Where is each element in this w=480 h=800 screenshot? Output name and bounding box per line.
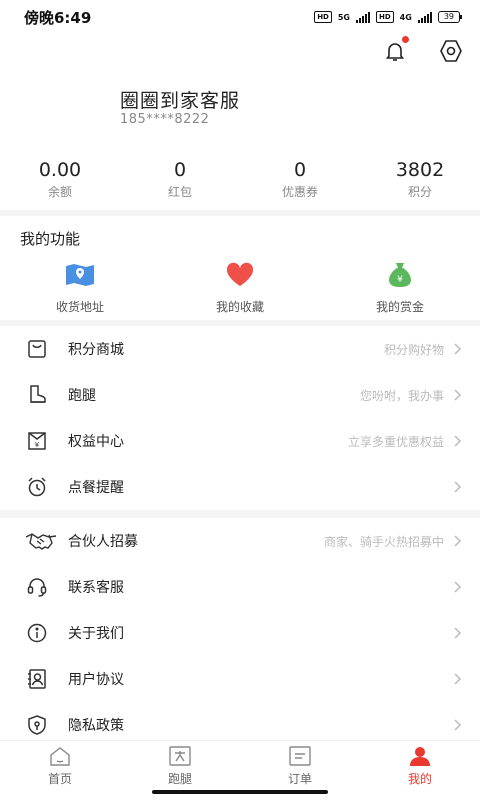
menu-label: 合伙人招募 — [68, 534, 138, 550]
profile-header: 圈圈到家客服 185****8222 0.00 余额 0 红包 0 优惠券 38… — [0, 34, 480, 210]
user-card-icon — [28, 669, 46, 689]
menu-hint: 积分购好物 — [383, 342, 444, 357]
network-4g-label: 4G — [399, 12, 412, 22]
svg-text:¥: ¥ — [35, 441, 40, 449]
chevron-right-icon — [454, 535, 462, 547]
function-bounty[interactable]: ¥ 我的赏金 — [320, 260, 480, 315]
shield-icon — [28, 715, 46, 735]
chevron-right-icon — [454, 435, 462, 447]
chevron-right-icon — [454, 581, 462, 593]
coupon-icon: ¥ — [28, 432, 46, 450]
notification-dot — [402, 36, 409, 43]
menu-hint: 立享多重优惠权益 — [347, 434, 444, 449]
menu-item-user-agreement[interactable]: 用户协议 — [0, 656, 480, 702]
stat-label: 红包 — [167, 185, 192, 199]
section-title: 我的功能 — [20, 230, 81, 248]
tab-mine[interactable]: 我的 — [360, 741, 480, 800]
menu-label: 点餐提醒 — [68, 480, 124, 496]
menu-item-partner-recruit[interactable]: 合伙人招募 商家、骑手火热招募中 — [0, 518, 480, 564]
stat-value: 0.00 — [38, 159, 82, 181]
user-icon — [410, 747, 430, 766]
menu-label: 联系客服 — [68, 580, 124, 596]
menu-label: 跑腿 — [68, 388, 96, 404]
boot-icon — [30, 385, 46, 403]
map-pin-icon — [66, 264, 94, 286]
menu-hint: 商家、骑手火热招募中 — [323, 534, 444, 549]
menu-item-errand[interactable]: 跑腿 您吩咐，我办事 — [0, 372, 480, 418]
function-label: 收货地址 — [55, 300, 104, 314]
settings-button[interactable] — [434, 34, 468, 68]
menu-label: 隐私政策 — [68, 718, 124, 734]
status-time: 傍晚6:49 — [24, 8, 92, 27]
menu-hint: 您吩咐，我办事 — [359, 388, 444, 403]
signal-icon-2 — [417, 11, 432, 23]
my-functions-card: 我的功能 收货地址 我的收藏 ¥ 我的赏金 — [0, 216, 480, 320]
signal-icon — [356, 11, 370, 23]
chevron-right-icon — [454, 343, 462, 355]
user-name[interactable]: 圈圈到家客服 — [120, 86, 240, 113]
function-label: 我的赏金 — [375, 300, 424, 314]
tab-home[interactable]: 首页 — [0, 741, 120, 800]
tab-label: 订单 — [287, 772, 312, 786]
chevron-right-icon — [454, 719, 462, 731]
menu-item-order-reminder[interactable]: 点餐提醒 — [0, 464, 480, 510]
menu-group-secondary: 合伙人招募 商家、骑手火热招募中 联系客服 关于我们 用户协议 隐私政策 — [0, 518, 480, 748]
headset-icon — [27, 578, 47, 597]
stat-value: 0 — [293, 159, 307, 181]
stat-points[interactable]: 3802 积分 — [360, 158, 480, 200]
menu-label: 权益中心 — [68, 434, 124, 450]
notification-button[interactable] — [378, 34, 412, 68]
menu-item-about-us[interactable]: 关于我们 — [0, 610, 480, 656]
stat-label: 积分 — [407, 185, 432, 199]
function-grid: 收货地址 我的收藏 ¥ 我的赏金 — [0, 260, 480, 315]
menu-item-points-mall[interactable]: 积分商城 积分购好物 — [0, 326, 480, 372]
user-phone: 185****8222 — [120, 112, 210, 127]
stats-row: 0.00 余额 0 红包 0 优惠券 3802 积分 — [0, 158, 480, 200]
tab-label: 我的 — [407, 772, 432, 786]
errand-icon — [169, 746, 191, 766]
menu-item-benefits[interactable]: ¥ 权益中心 立享多重优惠权益 — [0, 418, 480, 464]
stat-red-packet[interactable]: 0 红包 — [120, 158, 240, 200]
chevron-right-icon — [454, 481, 462, 493]
function-favorites[interactable]: 我的收藏 — [160, 260, 320, 315]
handshake-icon — [25, 533, 57, 550]
chevron-right-icon — [454, 389, 462, 401]
function-address[interactable]: 收货地址 — [0, 260, 160, 315]
battery-icon: 39 — [437, 11, 463, 23]
home-indicator — [152, 790, 328, 794]
function-label: 我的收藏 — [215, 300, 264, 314]
stat-value: 3802 — [395, 159, 445, 181]
menu-group-primary: 积分商城 积分购好物 跑腿 您吩咐，我办事 ¥ 权益中心 立享多重优惠权益 点餐… — [0, 326, 480, 510]
tab-label: 跑腿 — [167, 772, 192, 786]
money-bag-icon: ¥ — [389, 263, 411, 287]
stat-label: 余额 — [47, 185, 72, 199]
top-actions — [378, 34, 468, 68]
chevron-right-icon — [454, 673, 462, 685]
network-5g-label: 5G — [337, 12, 350, 22]
stat-balance[interactable]: 0.00 余额 — [0, 158, 120, 200]
tab-label: 首页 — [47, 772, 72, 786]
shopping-bag-icon — [28, 340, 46, 358]
svg-text:¥: ¥ — [397, 275, 403, 285]
stat-value: 0 — [173, 159, 187, 181]
home-icon — [50, 747, 70, 766]
menu-label: 积分商城 — [68, 342, 124, 358]
status-icons: HD 5G HD 4G 39 — [314, 11, 463, 23]
gear-icon — [440, 40, 462, 62]
hd-badge-2: HD — [376, 11, 394, 23]
menu-label: 关于我们 — [68, 626, 124, 642]
alarm-clock-icon — [28, 477, 46, 497]
heart-icon — [226, 262, 254, 286]
hd-badge: HD — [314, 11, 332, 23]
status-bar: 傍晚6:49 HD 5G HD 4G 39 — [0, 0, 480, 34]
chevron-right-icon — [454, 627, 462, 639]
stat-coupon[interactable]: 0 优惠券 — [240, 158, 360, 200]
menu-label: 用户协议 — [68, 672, 124, 688]
info-icon — [27, 623, 47, 643]
stat-label: 优惠券 — [281, 185, 318, 199]
menu-item-contact-support[interactable]: 联系客服 — [0, 564, 480, 610]
order-icon — [289, 746, 311, 766]
